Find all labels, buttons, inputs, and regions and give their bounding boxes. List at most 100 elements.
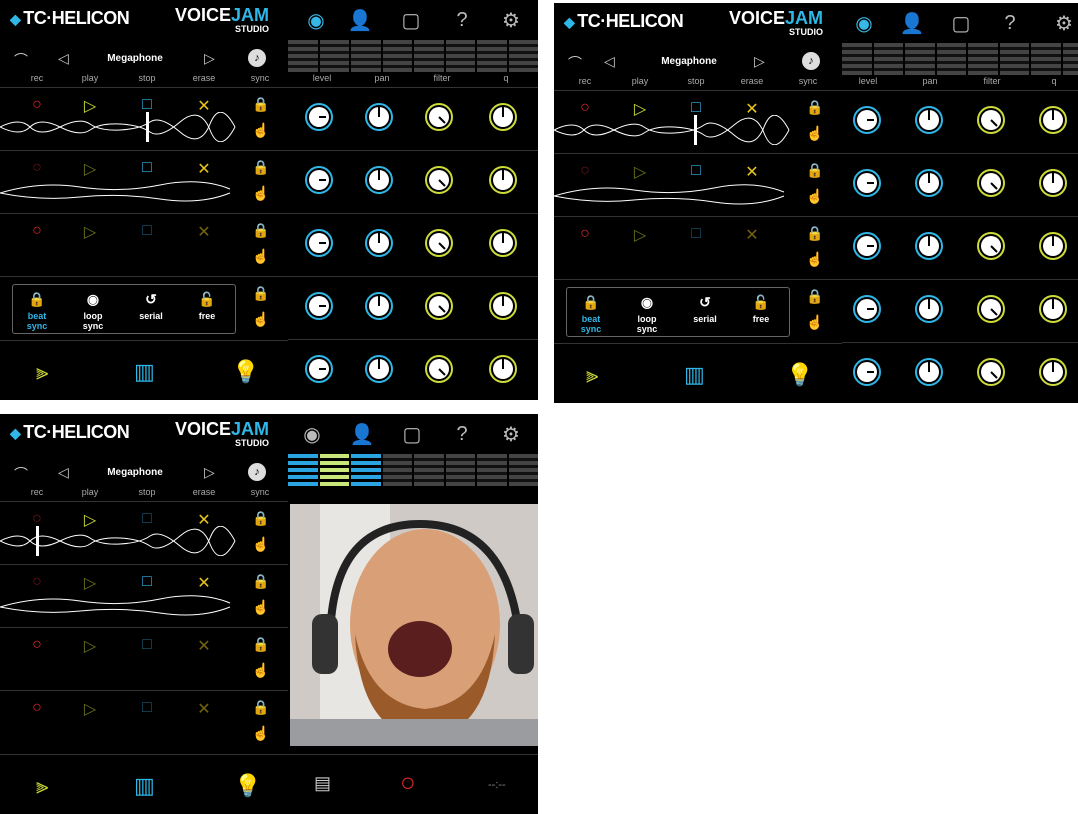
- record-video-icon[interactable]: ○: [400, 767, 416, 798]
- lock-icon[interactable]: 🔒: [252, 636, 269, 653]
- filter-knob[interactable]: [976, 168, 1006, 198]
- folder-tab-icon[interactable]: ▢: [397, 6, 425, 34]
- level-knob[interactable]: [852, 357, 882, 387]
- performer-tab-icon[interactable]: 👤: [898, 9, 926, 37]
- settings-tab-icon[interactable]: ⚙: [497, 420, 525, 448]
- stop-all-icon[interactable]: ▥: [684, 362, 705, 388]
- lock-icon[interactable]: 🔒: [806, 99, 823, 116]
- q-knob[interactable]: [1038, 168, 1068, 198]
- filter-knob[interactable]: [424, 354, 454, 384]
- touch-icon[interactable]: ☝: [252, 725, 269, 742]
- rec-button[interactable]: ○: [27, 636, 47, 654]
- level-knob[interactable]: [304, 354, 334, 384]
- filter-knob[interactable]: [424, 165, 454, 195]
- level-knob[interactable]: [852, 231, 882, 261]
- mixer-tab-icon[interactable]: ◉: [850, 9, 878, 37]
- preset-name[interactable]: Megaphone: [654, 56, 724, 67]
- level-knob[interactable]: [852, 168, 882, 198]
- mixer-tab-icon[interactable]: ◉: [298, 420, 326, 448]
- prev-preset-icon[interactable]: ◁: [58, 50, 69, 67]
- filter-knob[interactable]: [976, 357, 1006, 387]
- filter-knob[interactable]: [424, 228, 454, 258]
- pan-knob[interactable]: [914, 105, 944, 135]
- hint-bulb-icon[interactable]: 💡: [786, 362, 813, 388]
- level-knob[interactable]: [304, 165, 334, 195]
- preset-name[interactable]: Megaphone: [100, 467, 170, 478]
- performer-tab-icon[interactable]: 👤: [348, 420, 376, 448]
- undo-arc-icon[interactable]: ⌒: [14, 50, 28, 70]
- level-knob[interactable]: [304, 102, 334, 132]
- touch-icon[interactable]: ☝: [806, 125, 823, 142]
- q-knob[interactable]: [1038, 357, 1068, 387]
- preset-name[interactable]: Megaphone: [100, 53, 170, 64]
- touch-icon[interactable]: ☝: [252, 248, 269, 265]
- filter-knob[interactable]: [424, 102, 454, 132]
- rec-button[interactable]: ○: [27, 222, 47, 240]
- stop-button[interactable]: □: [686, 225, 706, 243]
- touch-icon[interactable]: ☝: [806, 314, 823, 331]
- stop-button[interactable]: □: [137, 699, 157, 717]
- play-button[interactable]: ▷: [80, 222, 100, 242]
- play-all-icon[interactable]: ⫸: [36, 773, 48, 799]
- rec-button[interactable]: ○: [27, 699, 47, 717]
- level-knob[interactable]: [304, 228, 334, 258]
- mixer-tab-icon[interactable]: ◉: [302, 6, 330, 34]
- pan-knob[interactable]: [914, 231, 944, 261]
- help-tab-icon[interactable]: ?: [448, 420, 476, 448]
- play-all-icon[interactable]: ⫸: [586, 362, 598, 388]
- undo-arc-icon[interactable]: ⌒: [14, 464, 28, 484]
- settings-tab-icon[interactable]: ⚙: [497, 6, 525, 34]
- q-knob[interactable]: [488, 228, 518, 258]
- pan-knob[interactable]: [364, 228, 394, 258]
- prev-preset-icon[interactable]: ◁: [604, 53, 615, 70]
- sync-note-icon[interactable]: ♪: [802, 52, 820, 70]
- loop-sync-mode[interactable]: ◉ loop sync: [627, 294, 667, 334]
- filter-knob[interactable]: [976, 105, 1006, 135]
- performer-tab-icon[interactable]: 👤: [346, 6, 374, 34]
- sync-note-icon[interactable]: ♪: [248, 463, 266, 481]
- touch-icon[interactable]: ☝: [252, 662, 269, 679]
- free-mode[interactable]: 🔓 free: [187, 291, 227, 321]
- folder-tab-icon[interactable]: ▢: [947, 9, 975, 37]
- loop-sync-mode[interactable]: ◉ loop sync: [73, 291, 113, 331]
- play-button[interactable]: ▷: [630, 225, 650, 245]
- touch-icon[interactable]: ☝: [252, 122, 269, 139]
- pan-knob[interactable]: [364, 354, 394, 384]
- serial-mode[interactable]: ↺ serial: [685, 294, 725, 324]
- q-knob[interactable]: [1038, 105, 1068, 135]
- filter-knob[interactable]: [976, 294, 1006, 324]
- hint-bulb-icon[interactable]: 💡: [234, 773, 261, 799]
- lock-icon[interactable]: 🔒: [252, 285, 269, 302]
- stop-button[interactable]: □: [137, 222, 157, 240]
- lock-icon[interactable]: 🔒: [252, 159, 269, 176]
- film-icon[interactable]: ▤: [314, 773, 331, 794]
- serial-mode[interactable]: ↺ serial: [131, 291, 171, 321]
- pan-knob[interactable]: [364, 165, 394, 195]
- stop-all-icon[interactable]: ▥: [134, 773, 155, 799]
- erase-button[interactable]: ✕: [194, 636, 214, 656]
- pan-knob[interactable]: [914, 168, 944, 198]
- lock-icon[interactable]: 🔒: [806, 288, 823, 305]
- q-knob[interactable]: [488, 102, 518, 132]
- stop-all-icon[interactable]: ▥: [134, 359, 155, 385]
- lock-icon[interactable]: 🔒: [252, 222, 269, 239]
- folder-tab-icon[interactable]: ▢: [398, 420, 426, 448]
- lock-icon[interactable]: 🔒: [806, 162, 823, 179]
- settings-tab-icon[interactable]: ⚙: [1050, 9, 1078, 37]
- touch-icon[interactable]: ☝: [806, 251, 823, 268]
- play-button[interactable]: ▷: [80, 636, 100, 656]
- beat-sync-mode[interactable]: 🔒 beat sync: [571, 294, 611, 334]
- play-all-icon[interactable]: ⫸: [36, 359, 48, 385]
- erase-button[interactable]: ✕: [194, 699, 214, 719]
- q-knob[interactable]: [488, 165, 518, 195]
- q-knob[interactable]: [488, 354, 518, 384]
- undo-arc-icon[interactable]: ⌒: [568, 53, 582, 73]
- level-knob[interactable]: [852, 294, 882, 324]
- q-knob[interactable]: [1038, 294, 1068, 324]
- level-knob[interactable]: [304, 291, 334, 321]
- q-knob[interactable]: [488, 291, 518, 321]
- lock-icon[interactable]: 🔒: [252, 96, 269, 113]
- pan-knob[interactable]: [914, 294, 944, 324]
- help-tab-icon[interactable]: ?: [996, 9, 1024, 37]
- touch-icon[interactable]: ☝: [252, 599, 269, 616]
